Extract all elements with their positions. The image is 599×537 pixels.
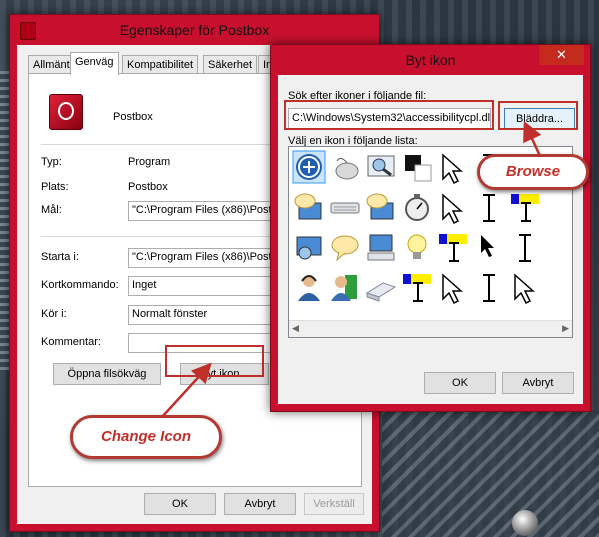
lightbulb-icon[interactable]	[407, 234, 427, 259]
run-label: Kör i:	[41, 308, 67, 320]
close-icon[interactable]: ✕	[539, 45, 584, 65]
change-icon-highlight	[165, 345, 264, 377]
ok-button[interactable]: OK	[144, 493, 216, 515]
cursor-icon[interactable]	[481, 235, 494, 257]
horizontal-scrollbar[interactable]: ◀ ▶	[289, 320, 572, 337]
type-value: Program	[128, 156, 171, 168]
monitor-magnifier-icon[interactable]	[296, 236, 322, 260]
accessibility-icon[interactable]	[292, 150, 326, 184]
text-cursor-icon[interactable]	[483, 274, 495, 302]
monitor-bubble-icon[interactable]	[294, 193, 322, 220]
user-headset-icon[interactable]	[298, 275, 320, 301]
keys-icon[interactable]	[365, 282, 397, 302]
text-cursor-highlight-icon[interactable]	[403, 274, 431, 302]
path-highlight	[284, 100, 494, 130]
arrow-cursor-icon[interactable]	[442, 273, 463, 305]
scroll-left-icon[interactable]: ◀	[292, 323, 299, 334]
tab-strip: Allmänt Genväg Kompatibilitet Säkerhet I…	[28, 52, 281, 75]
app-name: Postbox	[113, 111, 153, 123]
comment-label: Kommentar:	[41, 336, 101, 348]
tab-compatibility[interactable]: Kompatibilitet	[122, 55, 199, 75]
magnifier-icon[interactable]	[367, 155, 395, 177]
monitor-bubble-icon[interactable]	[366, 193, 394, 220]
dialog-ok-button[interactable]: OK	[424, 372, 496, 394]
window-title: Egenskaper för Postbox	[119, 22, 270, 38]
keyboard-icon[interactable]	[330, 202, 360, 214]
contrast-icon[interactable]	[405, 155, 432, 182]
speech-bubble-icon[interactable]	[331, 235, 359, 262]
dialog-cancel-button[interactable]: Avbryt	[502, 372, 574, 394]
tab-shortcut[interactable]: Genväg	[70, 52, 119, 75]
run-select-value: Normalt fönster	[132, 308, 208, 320]
title-bar[interactable]: Egenskaper för Postbox	[10, 15, 379, 45]
scroll-right-icon[interactable]: ▶	[562, 323, 569, 334]
postbox-icon	[49, 94, 83, 130]
users-icon[interactable]	[331, 275, 357, 301]
cancel-button[interactable]: Avbryt	[224, 493, 296, 515]
start-in-label: Starta i:	[41, 251, 79, 263]
text-cursor-highlight-icon[interactable]	[511, 194, 539, 222]
browse-callout: Browse	[477, 154, 589, 190]
location-label: Plats:	[41, 181, 69, 193]
stopwatch-icon[interactable]	[405, 194, 429, 221]
browse-highlight	[498, 101, 578, 130]
location-value: Postbox	[128, 181, 168, 193]
arrow-cursor-icon[interactable]	[442, 153, 463, 185]
tab-general[interactable]: Allmänt	[28, 55, 75, 75]
text-cursor-icon[interactable]	[519, 234, 531, 262]
desktop-decoration	[382, 410, 599, 537]
text-cursor-highlight-icon[interactable]	[439, 234, 467, 262]
desktop-decoration	[512, 510, 538, 536]
type-label: Typ:	[41, 156, 62, 168]
dialog-title-bar[interactable]: Byt ikon ✕	[271, 45, 590, 75]
apply-button[interactable]: Verkställ	[304, 493, 364, 515]
tab-security[interactable]: Säkerhet	[203, 55, 258, 75]
arrow-cursor-icon[interactable]	[442, 193, 463, 225]
arrow-cursor-icon[interactable]	[514, 273, 535, 305]
target-label: Mål:	[41, 204, 62, 216]
text-cursor-icon[interactable]	[483, 194, 495, 222]
mouse-icon[interactable]	[335, 157, 359, 180]
monitor-keyboard-icon[interactable]	[367, 234, 395, 261]
open-file-location-button[interactable]: Öppna filsökväg	[53, 363, 161, 385]
shortcut-key-label: Kortkommando:	[41, 279, 119, 291]
change-icon-callout: Change Icon	[70, 415, 222, 459]
